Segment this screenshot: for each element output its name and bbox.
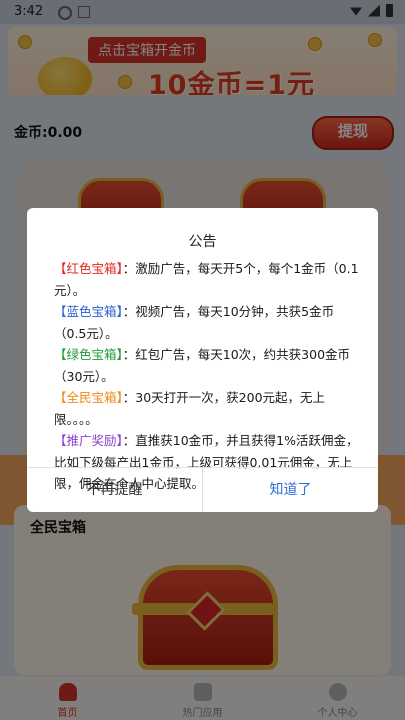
item-tag: 【蓝色宝箱】 <box>54 304 123 319</box>
announcement-dialog: 公告 【红色宝箱】：激励广告，每天开5个，每个1金币（0.1元）。 【蓝色宝箱】… <box>27 208 378 512</box>
item-tag: 【红色宝箱】 <box>54 261 123 276</box>
got-it-button[interactable]: 知道了 <box>203 468 378 512</box>
dialog-buttons: 不再提醒 知道了 <box>27 467 378 512</box>
announcement-item: 【红色宝箱】：激励广告，每天开5个，每个1金币（0.1元）。 <box>54 258 359 301</box>
dont-remind-button[interactable]: 不再提醒 <box>27 468 203 512</box>
item-tag: 【全民宝箱】 <box>54 390 123 405</box>
announcement-item: 【全民宝箱】：30天打开一次，获200元起，无上限。。。。 <box>54 387 359 430</box>
announcement-item: 【绿色宝箱】：红包广告，每天10次，约共获300金币（30元）。 <box>54 344 359 387</box>
item-tag: 【绿色宝箱】 <box>54 347 123 362</box>
dialog-body: 【红色宝箱】：激励广告，每天开5个，每个1金币（0.1元）。 【蓝色宝箱】：视频… <box>54 258 359 495</box>
dialog-title: 公告 <box>188 234 217 250</box>
item-tag: 【推广奖励】 <box>54 433 123 448</box>
announcement-item: 【蓝色宝箱】：视频广告，每天10分钟，共获5金币（0.5元）。 <box>54 301 359 344</box>
